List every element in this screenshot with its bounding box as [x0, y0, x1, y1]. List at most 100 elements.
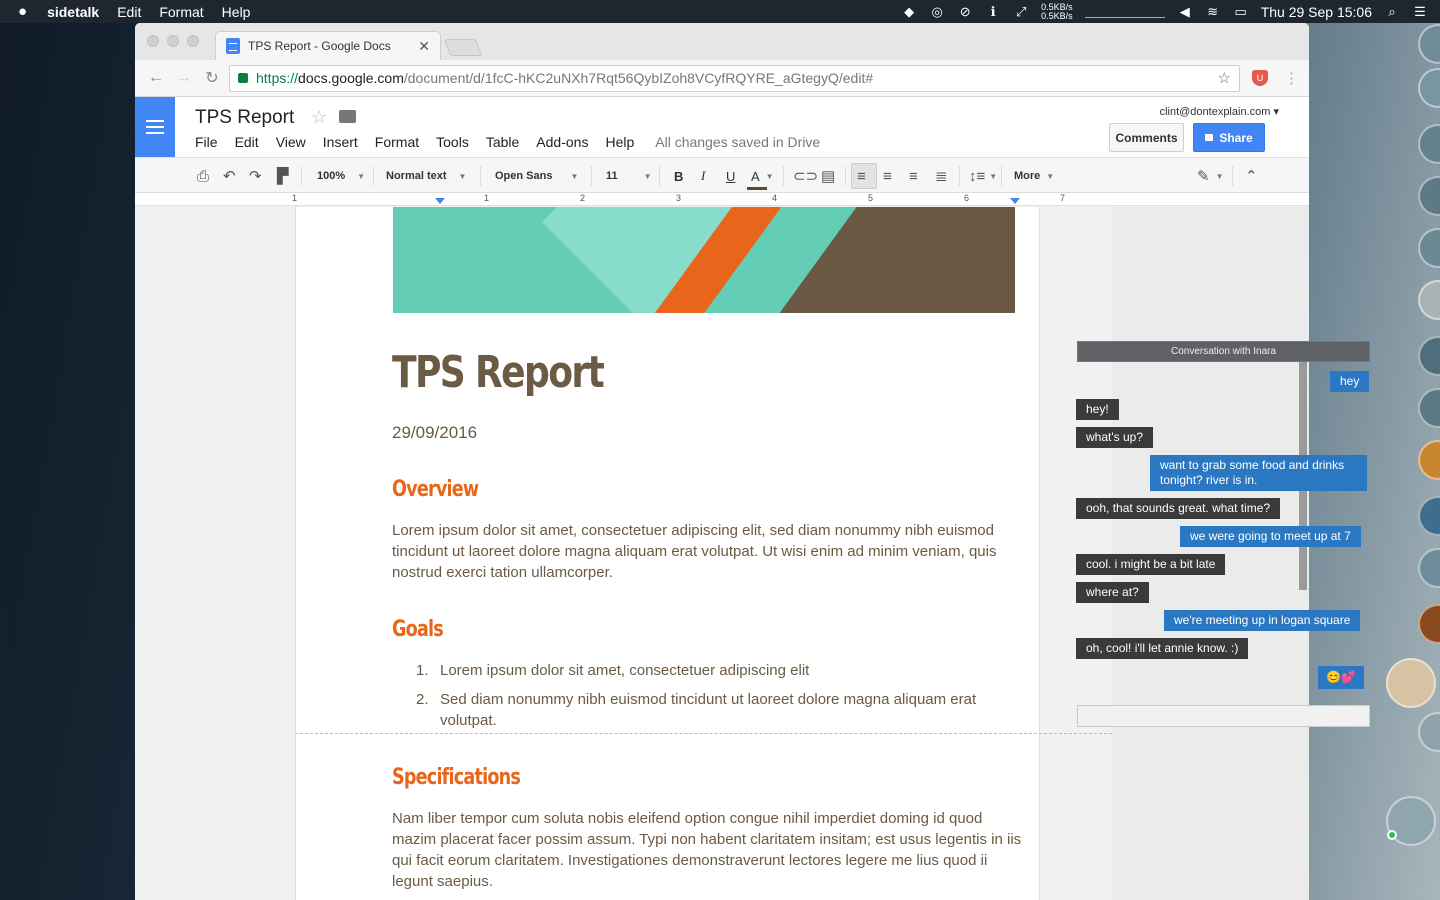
avatar[interactable] [1418, 496, 1440, 536]
move-to-folder-icon[interactable] [339, 110, 356, 123]
document-title[interactable]: TPS Report [195, 107, 294, 129]
account-email[interactable]: clint@dontexplain.com ▾ [1160, 105, 1279, 118]
page-break-line [295, 733, 1112, 734]
browser-tab-active[interactable]: TPS Report - Google Docs ✕ [215, 31, 441, 60]
browser-menu-icon[interactable]: ⋮ [1284, 69, 1299, 87]
menubar-app-name[interactable]: sidetalk [47, 4, 99, 20]
apple-icon[interactable]: ● [18, 3, 27, 20]
avatar[interactable] [1418, 280, 1440, 320]
avatar[interactable] [1418, 604, 1440, 644]
right-indent-marker[interactable] [1010, 198, 1020, 204]
menubar-clock[interactable]: Thu 29 Sep 15:06 [1261, 4, 1372, 20]
document-heading: TPS Report [392, 347, 605, 398]
close-window-button[interactable] [147, 35, 159, 47]
docs-logo-icon[interactable] [135, 97, 175, 157]
comments-button[interactable]: Comments [1109, 123, 1184, 152]
avatar[interactable] [1418, 228, 1440, 268]
ruler[interactable]: 1 1 2 3 4 5 6 7 [135, 193, 1309, 206]
reload-icon[interactable]: ↻ [201, 68, 223, 88]
ruler-number: 5 [868, 193, 874, 203]
text-color-glyph: A [751, 168, 760, 184]
avatar[interactable] [1418, 548, 1440, 588]
align-left-button[interactable]: ≡ [857, 158, 866, 194]
battery-icon[interactable]: ▭ [1233, 4, 1249, 20]
menu-tools[interactable]: Tools [436, 134, 469, 150]
chat-header[interactable]: Conversation with Inara [1077, 341, 1370, 362]
bookmark-star-icon[interactable]: ☆ [1218, 69, 1231, 87]
avatar[interactable] [1418, 124, 1440, 164]
resize-icon[interactable]: ⤢ [1013, 4, 1029, 20]
paint-format-button[interactable]: ▛ [277, 158, 289, 194]
link-icon: ⊂⊃ [793, 168, 819, 185]
avatar[interactable] [1418, 388, 1440, 428]
avatar[interactable] [1418, 336, 1440, 376]
italic-button[interactable]: I [701, 158, 705, 194]
font-size-select[interactable]: 11 ▼ [606, 158, 652, 194]
avatar[interactable] [1418, 176, 1440, 216]
browser-window: TPS Report - Google Docs ✕ ← → ↻ https:/… [135, 23, 1309, 900]
redo-button[interactable]: ↷ [249, 158, 262, 194]
bold-button[interactable]: B [674, 158, 683, 194]
creative-cloud-icon[interactable]: ◎ [929, 4, 945, 20]
menu-view[interactable]: View [276, 134, 306, 150]
volume-icon[interactable]: ◀ [1177, 4, 1193, 20]
star-document-icon[interactable]: ☆ [311, 107, 327, 128]
wifi-icon[interactable]: ≋ [1205, 4, 1221, 20]
sync-icon[interactable]: ⊘ [957, 4, 973, 20]
avatar[interactable] [1418, 68, 1440, 108]
specifications-paragraph: Nam liber tempor cum soluta nobis eleife… [392, 810, 1022, 890]
document-date: 29/09/2016 [392, 423, 478, 442]
docs-favicon-icon [226, 38, 240, 54]
chat-input[interactable] [1077, 705, 1370, 727]
avatar-active-contact[interactable] [1386, 658, 1436, 708]
zoom-select[interactable]: 100% ▼ [317, 158, 365, 194]
menu-addons[interactable]: Add-ons [536, 134, 588, 150]
avatar[interactable] [1418, 712, 1440, 752]
insert-link-button[interactable]: ⊂⊃ [793, 158, 818, 194]
menu-insert[interactable]: Insert [323, 134, 358, 150]
info-icon[interactable]: ℹ [985, 4, 1001, 20]
url-field[interactable]: https:// docs.google.com /document/d/1fc… [229, 64, 1240, 92]
share-button[interactable]: Share [1193, 123, 1265, 152]
back-icon[interactable]: ← [145, 69, 167, 87]
notification-center-icon[interactable]: ☰ [1412, 4, 1428, 20]
underline-button[interactable]: U [726, 158, 735, 194]
menubar-item-help[interactable]: Help [222, 4, 251, 20]
menu-help[interactable]: Help [605, 134, 634, 150]
font-select[interactable]: Open Sans ▼ [495, 158, 578, 194]
paragraph-style-select[interactable]: Normal text ▼ [386, 158, 466, 194]
zoom-window-button[interactable] [187, 35, 199, 47]
document-page[interactable]: TPS Report 29/09/2016 Overview Lorem ips… [295, 207, 1040, 900]
editing-mode-button[interactable]: ✎ ▼ [1197, 158, 1224, 194]
extension-shield-icon[interactable]: U [1252, 70, 1268, 86]
print-button[interactable]: ⎙ [197, 158, 209, 194]
menu-format[interactable]: Format [375, 134, 419, 150]
menu-table[interactable]: Table [486, 134, 519, 150]
menu-edit[interactable]: Edit [235, 134, 259, 150]
close-tab-icon[interactable]: ✕ [418, 38, 430, 55]
net-down: 0.5KB/s [1041, 10, 1073, 21]
menubar-item-format[interactable]: Format [159, 4, 203, 20]
line-spacing-icon: ↕≡ [969, 167, 986, 185]
minimize-window-button[interactable] [167, 35, 179, 47]
menubar-item-edit[interactable]: Edit [117, 4, 141, 20]
insert-comment-button[interactable]: ▤ [821, 158, 835, 194]
new-tab-button[interactable] [443, 39, 483, 56]
url-host: docs.google.com [298, 70, 404, 86]
dropbox-icon[interactable]: ◆ [901, 4, 917, 20]
align-center-button[interactable]: ≡ [883, 158, 892, 194]
forward-icon[interactable]: → [173, 69, 195, 87]
menu-file[interactable]: File [195, 134, 218, 150]
more-button[interactable]: More ▼ [1014, 158, 1054, 194]
spotlight-search-icon[interactable]: ⌕ [1384, 4, 1400, 20]
justify-button[interactable]: ≣ [935, 158, 948, 194]
collapse-menus-button[interactable]: ⌃ [1245, 158, 1258, 194]
avatar[interactable] [1418, 24, 1440, 64]
line-spacing-button[interactable]: ↕≡ ▼ [969, 158, 997, 194]
save-status[interactable]: All changes saved in Drive [655, 134, 820, 150]
left-indent-marker[interactable] [435, 198, 445, 204]
align-right-button[interactable]: ≡ [909, 158, 918, 194]
undo-button[interactable]: ↶ [223, 158, 236, 194]
caret-down-icon: ▼ [1215, 171, 1224, 181]
avatar[interactable] [1418, 440, 1440, 480]
